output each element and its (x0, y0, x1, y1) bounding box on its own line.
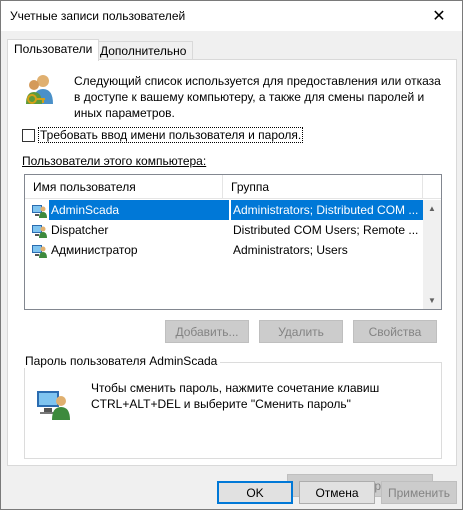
table-row[interactable]: AdminScada Administrators; Distributed C… (25, 200, 423, 220)
scroll-down-icon[interactable]: ▼ (423, 292, 441, 309)
password-groupbox: Чтобы сменить пароль, нажмите сочетание … (24, 362, 442, 497)
listview-header: Имя пользователя Группа (25, 175, 441, 199)
column-header-username[interactable]: Имя пользователя (25, 175, 223, 199)
table-row[interactable]: Dispatcher Distributed COM Users; Remote… (25, 220, 423, 240)
title-bar: Учетные записи пользователей ✕ (1, 1, 462, 31)
users-tab-panel: Следующий список используется для предос… (7, 59, 457, 497)
tab-advanced-label: Дополнительно (100, 44, 187, 58)
password-group-title: Пароль пользователя AdminScada (22, 354, 221, 368)
intro-text: Следующий список используется для предос… (74, 74, 441, 120)
users-list-label: Пользователи этого компьютера: (22, 154, 206, 168)
cell-username: Администратор (51, 243, 138, 257)
tab-users-label: Пользователи (14, 42, 93, 56)
close-icon: ✕ (432, 8, 446, 25)
cell-username: AdminScada (49, 200, 229, 220)
add-user-button[interactable]: Добавить... (165, 320, 249, 343)
tab-advanced[interactable]: Дополнительно (93, 41, 194, 61)
remove-user-button[interactable]: Удалить (259, 320, 343, 343)
cell-group: Administrators; Distributed COM ... (231, 200, 423, 220)
close-button[interactable]: ✕ (416, 1, 462, 31)
cancel-button[interactable]: Отмена (299, 481, 375, 504)
cell-group: Administrators; Users (233, 243, 348, 257)
cell-username: Dispatcher (51, 223, 109, 237)
password-instructions: Чтобы сменить пароль, нажмите сочетание … (91, 381, 380, 411)
user-computer-icon (32, 245, 47, 258)
window-title: Учетные записи пользователей (10, 9, 186, 23)
scroll-up-icon[interactable]: ▲ (423, 200, 441, 217)
require-login-label[interactable]: Требовать ввод имени пользователя и паро… (38, 127, 304, 143)
users-listview[interactable]: Имя пользователя Группа AdminScada Admin… (24, 174, 442, 310)
users-keys-icon (26, 75, 53, 104)
user-accounts-dialog: Учетные записи пользователей ✕ Пользоват… (0, 0, 463, 510)
listview-body: AdminScada Administrators; Distributed C… (25, 200, 423, 260)
column-header-group[interactable]: Группа (223, 175, 423, 199)
table-row[interactable]: Администратор Administrators; Users (25, 240, 423, 260)
computer-user-icon (37, 391, 70, 420)
require-login-row[interactable]: Требовать ввод имени пользователя и паро… (22, 127, 304, 143)
listview-scrollbar[interactable]: ▲ ▼ (423, 200, 441, 309)
tab-users[interactable]: Пользователи (7, 39, 100, 61)
apply-button[interactable]: Применить (381, 481, 457, 504)
user-computer-icon (32, 205, 47, 218)
users-list-label-text: Пользователи этого компьютера: (22, 154, 207, 168)
properties-button[interactable]: Свойства (353, 320, 437, 343)
ok-button[interactable]: OK (217, 481, 293, 504)
user-computer-icon (32, 225, 47, 238)
cell-group: Distributed COM Users; Remote ... (233, 223, 419, 237)
require-login-checkbox[interactable] (22, 128, 35, 142)
